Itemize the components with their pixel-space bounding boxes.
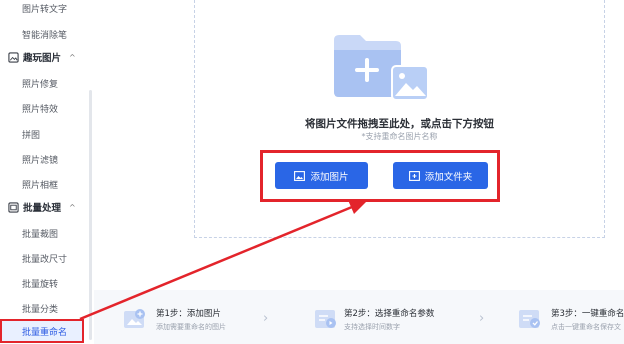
step-2-desc: 支持选择时间数字 bbox=[344, 323, 400, 331]
sidebar-item-photo-repair[interactable]: 照片修复 bbox=[22, 77, 58, 90]
step-1-title: 第1步：添加图片 bbox=[156, 309, 221, 319]
add-image-label: 添加图片 bbox=[310, 171, 349, 183]
sidebar-item-photo-filters[interactable]: 照片滤镜 bbox=[22, 153, 58, 166]
sidebar-item-batch-rotate[interactable]: 批量旋转 bbox=[22, 277, 58, 290]
sidebar-group-fun-images[interactable]: 趣玩图片 ^ bbox=[8, 49, 76, 65]
add-folder-button[interactable]: 添加文件夹 bbox=[393, 162, 488, 189]
sidebar-group-batch[interactable]: 批量处理 ^ bbox=[8, 199, 76, 215]
step-2-title: 第2步：选择重命名参数 bbox=[344, 309, 435, 319]
step-3-title: 第3步：一键重命名 bbox=[551, 309, 624, 319]
folder-plus-icon bbox=[408, 170, 420, 181]
sidebar-item-photo-effects[interactable]: 照片特效 bbox=[22, 102, 58, 115]
sidebar-item-image-to-text[interactable]: 图片转文字 bbox=[22, 2, 67, 15]
folder-image-icon bbox=[334, 35, 429, 101]
sidebar-item-smart-eraser[interactable]: 智能消除笔 bbox=[22, 28, 67, 41]
sidebar-group-label: 批量处理 bbox=[23, 203, 62, 214]
sidebar-item-photo-frames[interactable]: 照片相框 bbox=[22, 178, 58, 191]
sidebar-item-batch-classify[interactable]: 批量分类 bbox=[22, 302, 58, 315]
batch-icon bbox=[8, 201, 19, 213]
drop-hint-sub: *支持重命名图片名称 bbox=[361, 132, 438, 141]
step-3-desc: 点击一键重命名保存文 bbox=[551, 323, 621, 331]
chevron-up-icon: ^ bbox=[69, 52, 76, 62]
image-grid-icon bbox=[8, 51, 19, 63]
sidebar-item-label: 批量重命名 bbox=[22, 328, 68, 338]
sidebar-item-batch-resize[interactable]: 批量改尺寸 bbox=[22, 252, 67, 265]
chevron-right-icon: › bbox=[263, 311, 269, 326]
drop-hint-main: 将图片文件拖拽至此处，或点击下方按钮 bbox=[305, 118, 494, 130]
image-icon bbox=[294, 170, 306, 181]
chevron-right-icon: › bbox=[479, 311, 485, 326]
sidebar-item-batch-crop[interactable]: 批量裁图 bbox=[22, 227, 58, 240]
add-image-step-icon bbox=[124, 309, 145, 328]
sidebar: 图片转文字 智能消除笔 趣玩图片 ^ 照片修复 照片特效 拼图 照片滤镜 照片相… bbox=[0, 0, 94, 344]
parameters-step-icon bbox=[315, 310, 336, 328]
sidebar-item-batch-rename[interactable]: 批量重命名 bbox=[0, 319, 84, 343]
add-folder-label: 添加文件夹 bbox=[424, 171, 473, 183]
step-1-desc: 添加需要重命名的图片 bbox=[156, 323, 226, 331]
sidebar-item-collage[interactable]: 拼图 bbox=[22, 128, 40, 141]
add-image-button[interactable]: 添加图片 bbox=[275, 162, 368, 189]
sidebar-group-label: 趣玩图片 bbox=[23, 53, 62, 64]
chevron-up-icon: ^ bbox=[69, 202, 76, 212]
rename-step-icon bbox=[519, 310, 540, 328]
sidebar-scrollbar[interactable] bbox=[89, 90, 92, 340]
